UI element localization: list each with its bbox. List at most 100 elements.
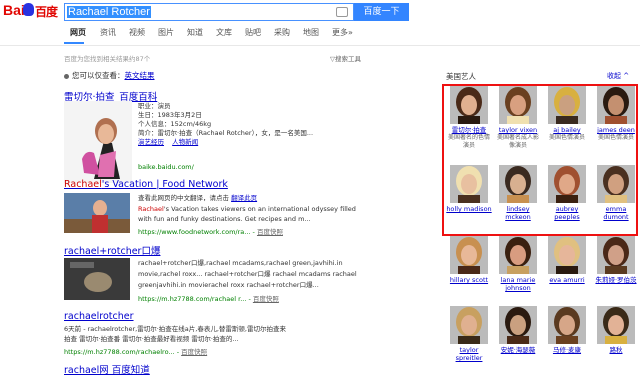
person-photo[interactable]	[548, 236, 586, 274]
person-card[interactable]: 马修·麦康	[544, 306, 590, 354]
result-url-baike[interactable]: baike.baidu.com/	[138, 163, 194, 171]
person-name[interactable]: taylor spreitler	[446, 346, 492, 362]
person-card[interactable]: hillary scott	[446, 236, 492, 284]
foodnetwork-snippet-2: with fun and funky destinations. Get rec…	[138, 215, 311, 223]
tab-web[interactable]: 网页	[70, 27, 86, 38]
search-button[interactable]: 百度一下	[354, 3, 409, 21]
tab-more[interactable]: 更多»	[332, 27, 353, 38]
person-name[interactable]: 朱莉娅·罗伯茨	[593, 276, 639, 284]
tab-wenku[interactable]: 文库	[216, 27, 232, 38]
person-photo[interactable]	[548, 86, 586, 124]
paw-icon	[23, 3, 34, 16]
result-url-foodnetwork[interactable]: https://www.foodnetwork.com/ra... - 百度快照	[138, 226, 283, 236]
result-title-hz7788-1[interactable]: rachael+rotcher口爆	[64, 243, 160, 257]
snapshot-link[interactable]: 百度快照	[253, 295, 279, 303]
person-card[interactable]: lindsey mckeon	[495, 165, 541, 221]
person-name[interactable]: hillary scott	[446, 276, 492, 284]
baike-sublinks: 演艺经历 人物新闻	[138, 138, 198, 147]
result-thumbnail-hz7788[interactable]	[64, 258, 130, 300]
person-name[interactable]: 路秋	[593, 346, 639, 354]
person-photo[interactable]	[499, 236, 537, 274]
collapse-button[interactable]: 收起 ^	[607, 71, 629, 81]
person-photo[interactable]	[597, 86, 635, 124]
baike-link-career[interactable]: 演艺经历	[138, 138, 164, 146]
person-card[interactable]: 路秋	[593, 306, 639, 354]
tab-zhidao[interactable]: 知道	[187, 27, 203, 38]
snapshot-link[interactable]: 百度快照	[181, 348, 207, 356]
baidu-logo[interactable]: Bai 百度	[3, 2, 61, 22]
person-name[interactable]: taylor vixen	[495, 126, 541, 134]
result-title-foodnetwork[interactable]: Rachael's Vacation | Food Network	[64, 179, 228, 190]
active-tab-indicator	[64, 42, 84, 44]
person-card[interactable]: james deen 美国色情演员	[593, 86, 639, 142]
person-photo[interactable]	[450, 165, 488, 203]
baike-intro: 简介：雷切尔·拍查（Rachael Rotcher），女，是一名美国...	[138, 129, 314, 137]
person-card[interactable]: 安妮·海瑟薇	[495, 306, 541, 354]
person-name[interactable]: holly madison	[446, 205, 492, 213]
person-photo[interactable]	[597, 236, 635, 274]
person-photo[interactable]	[450, 86, 488, 124]
person-card[interactable]: emma dumont	[593, 165, 639, 221]
result-thumbnail-baike[interactable]	[64, 101, 132, 183]
english-results-link[interactable]: 英文结果	[125, 71, 155, 80]
person-name[interactable]: lana marie johnson	[495, 276, 541, 292]
info-icon	[64, 73, 69, 79]
tab-map[interactable]: 地图	[303, 27, 319, 38]
person-name[interactable]: emma dumont	[593, 205, 639, 221]
person-card[interactable]: 雷切尔·拍查 美国著名的色情演员	[446, 86, 492, 150]
person-photo[interactable]	[499, 165, 537, 203]
result-title-rachaelrotcher[interactable]: rachaelrotcher	[64, 311, 134, 322]
person-photo[interactable]	[597, 306, 635, 344]
person-name[interactable]: 马修·麦康	[544, 346, 590, 354]
person-card[interactable]: lana marie johnson	[495, 236, 541, 292]
person-name[interactable]: 安妮·海瑟薇	[495, 346, 541, 354]
tab-purchase[interactable]: 采购	[274, 27, 290, 38]
header-divider	[0, 45, 640, 46]
result-title-zhidao[interactable]: rachael网 百度知道	[64, 362, 150, 376]
person-photo[interactable]	[597, 165, 635, 203]
person-card[interactable]: holly madison	[446, 165, 492, 213]
person-card[interactable]: taylor spreitler	[446, 306, 492, 362]
result-url-hz7788-2[interactable]: https://m.hz7788.com/rachaelro... - 百度快照	[64, 346, 207, 356]
person-name[interactable]: 雷切尔·拍查	[446, 126, 492, 134]
person-description: 美国色情演员	[597, 134, 634, 141]
hz7788-snippet-3: greenjavhihi.in movierachel roxx rachael…	[138, 281, 319, 289]
person-photo[interactable]	[499, 86, 537, 124]
tab-images[interactable]: 图片	[158, 27, 174, 38]
person-card[interactable]: 朱莉娅·罗伯茨	[593, 236, 639, 284]
camera-icon[interactable]	[336, 7, 348, 17]
translate-link[interactable]: 翻译此页	[231, 194, 257, 202]
person-description: 美国著名成人影像演员	[496, 134, 539, 149]
result-url-hz7788-1[interactable]: https://m.hz7788.com/rachael r... - 百度快照	[138, 293, 279, 303]
person-card[interactable]: eva amurri	[544, 236, 590, 284]
foodnetwork-snippet-1: Rachael's Vacation takes viewers on an i…	[138, 205, 356, 213]
panel-title: 美国艺人	[446, 72, 476, 81]
search-input[interactable]: Rachael Rotcher	[64, 3, 354, 21]
person-name[interactable]: james deen	[593, 126, 639, 134]
snapshot-link[interactable]: 百度快照	[257, 228, 283, 236]
person-description: 美国色情演员	[548, 134, 585, 141]
translate-note: 查看此网页的中文翻译，请点击 翻译此页	[138, 194, 258, 202]
tab-tieba[interactable]: 贴吧	[245, 27, 261, 38]
person-card[interactable]: aubrey peeples	[544, 165, 590, 221]
baike-occupation: 职业：演员	[138, 102, 171, 110]
person-name[interactable]: lindsey mckeon	[495, 205, 541, 221]
person-name[interactable]: aj bailey	[544, 126, 590, 134]
person-photo[interactable]	[548, 306, 586, 344]
baike-link-news[interactable]: 人物新闻	[172, 138, 198, 146]
tab-news[interactable]: 资讯	[100, 27, 116, 38]
person-photo[interactable]	[450, 236, 488, 274]
person-photo[interactable]	[499, 306, 537, 344]
person-description: 美国著名的色情演员	[447, 134, 490, 149]
search-query: Rachael Rotcher	[67, 6, 151, 18]
person-photo[interactable]	[548, 165, 586, 203]
person-photo[interactable]	[450, 306, 488, 344]
person-name[interactable]: aubrey peeples	[544, 205, 590, 221]
person-card[interactable]: taylor vixen 美国著名成人影像演员	[495, 86, 541, 150]
search-tools-button[interactable]: ▽搜索工具	[330, 53, 361, 63]
baike-profile: 个人信息：152cm/46kg	[138, 120, 212, 128]
tab-video[interactable]: 视频	[129, 27, 145, 38]
person-name[interactable]: eva amurri	[544, 276, 590, 284]
person-card[interactable]: aj bailey 美国色情演员	[544, 86, 590, 142]
result-thumbnail-foodnetwork[interactable]	[64, 193, 130, 233]
